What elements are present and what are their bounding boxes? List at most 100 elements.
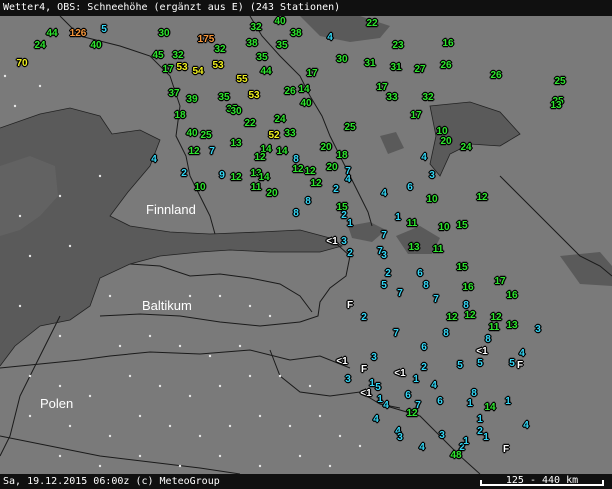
station-dot [188, 394, 192, 398]
snow-depth-value: 5 [457, 360, 463, 371]
snow-depth-value: 12 [406, 408, 418, 419]
snow-depth-value: 24 [274, 114, 286, 125]
snow-depth-value: 2 [333, 184, 339, 195]
snow-depth-value: 12 [292, 164, 304, 175]
snow-depth-value: 13 [506, 320, 518, 331]
snow-depth-value: 14 [298, 84, 310, 95]
snow-depth-value: 55 [236, 74, 248, 85]
snow-depth-value: 1 [477, 414, 483, 425]
snow-depth-value: 13 [550, 100, 562, 111]
snow-depth-value: 3 [371, 352, 377, 363]
snow-depth-value: 1 [505, 396, 511, 407]
station-dot [218, 454, 222, 458]
snow-depth-value: 4 [419, 442, 425, 453]
snow-depth-value: 15 [456, 220, 468, 231]
snow-depth-value: 8 [305, 196, 311, 207]
snow-depth-value: 4 [327, 32, 333, 43]
snow-depth-value: 8 [293, 208, 299, 219]
map-title: Wetter4, OBS: Schneehöhe (ergänzt aus E)… [0, 0, 612, 16]
station-dot [228, 424, 232, 428]
snow-depth-value: 14 [484, 402, 496, 413]
snow-depth-value: 1 [347, 218, 353, 229]
station-dot [178, 464, 182, 468]
station-dot [298, 454, 302, 458]
snow-depth-value: 12 [464, 310, 476, 321]
snow-depth-value: 1 [483, 432, 489, 443]
snow-depth-value: 6 [417, 268, 423, 279]
station-dot [338, 434, 342, 438]
snow-depth-value: 4 [519, 348, 525, 359]
snow-depth-value: 3 [535, 324, 541, 335]
snow-depth-value: 54 [192, 66, 204, 77]
snow-depth-value: 1 [467, 398, 473, 409]
snow-depth-value: 30 [158, 28, 170, 39]
snow-depth-value: 4 [431, 380, 437, 391]
station-dot [268, 314, 272, 318]
snow-depth-value: 8 [423, 280, 429, 291]
station-dot [308, 384, 312, 388]
station-dot [178, 344, 182, 348]
snow-depth-value: 31 [364, 58, 376, 69]
snow-depth-value: <1 [326, 236, 338, 247]
station-dot [98, 464, 102, 468]
snow-depth-value: 10 [426, 194, 438, 205]
snow-depth-value: 17 [306, 68, 318, 79]
snow-depth-value: 32 [422, 92, 434, 103]
station-dot [118, 344, 122, 348]
snow-depth-value: 11 [433, 244, 444, 255]
snow-depth-value: 13 [230, 138, 242, 149]
snow-depth-value: 11 [407, 218, 418, 229]
snow-depth-value: 3 [341, 236, 347, 247]
snow-depth-value: 44 [260, 66, 272, 77]
snow-depth-value: 10 [194, 182, 206, 193]
snow-depth-value: 53 [248, 90, 260, 101]
snow-depth-value: 17 [494, 276, 506, 287]
station-dot [18, 214, 22, 218]
snow-depth-value: 15 [456, 262, 468, 273]
snow-depth-value: 4 [345, 174, 351, 185]
snow-depth-value: 32 [172, 50, 184, 61]
snow-depth-value: 12 [254, 152, 266, 163]
status-bar: Sa, 19.12.2015 06:00z (c) MeteoGroup 125… [0, 474, 612, 489]
station-dot [278, 374, 282, 378]
station-dot [258, 414, 262, 418]
snow-depth-value: 12 [310, 178, 322, 189]
snow-depth-value: 22 [366, 18, 378, 29]
station-dot [138, 454, 142, 458]
station-dot [58, 384, 62, 388]
station-dot [248, 304, 252, 308]
station-dot [318, 414, 322, 418]
snow-depth-value: 31 [390, 62, 402, 73]
snow-depth-value: 11 [251, 182, 262, 193]
station-dot [188, 294, 192, 298]
snow-depth-value: 38 [246, 38, 258, 49]
snow-depth-value: 52 [268, 130, 280, 141]
snow-depth-value: 26 [440, 60, 452, 71]
station-dot [58, 334, 62, 338]
snow-depth-value: 48 [450, 450, 462, 461]
snow-depth-value: 7 [381, 230, 387, 241]
snow-depth-value: 16 [442, 38, 454, 49]
snow-depth-value: 2 [361, 312, 367, 323]
snow-depth-value: 33 [386, 92, 398, 103]
snow-depth-value: 1 [395, 212, 401, 223]
snow-depth-value: 44 [46, 28, 58, 39]
snow-depth-value: 3 [439, 430, 445, 441]
snow-depth-value: 6 [405, 390, 411, 401]
snow-depth-value: 12 [188, 146, 200, 157]
snow-depth-value: 1 [413, 374, 419, 385]
snow-depth-value: 3 [345, 374, 351, 385]
region-label-polen: Polen [40, 396, 73, 411]
station-dot [58, 194, 62, 198]
snow-depth-value: 33 [284, 128, 296, 139]
station-dot [148, 334, 152, 338]
snow-depth-value: 18 [174, 110, 186, 121]
snow-depth-value: 8 [443, 328, 449, 339]
snow-depth-value: F [517, 360, 523, 371]
snow-depth-value: 20 [440, 136, 452, 147]
station-dot [28, 374, 32, 378]
station-dot [328, 464, 332, 468]
snow-depth-value: 5 [375, 382, 381, 393]
snow-depth-value: 4 [381, 188, 387, 199]
snow-depth-value: 45 [152, 50, 164, 61]
